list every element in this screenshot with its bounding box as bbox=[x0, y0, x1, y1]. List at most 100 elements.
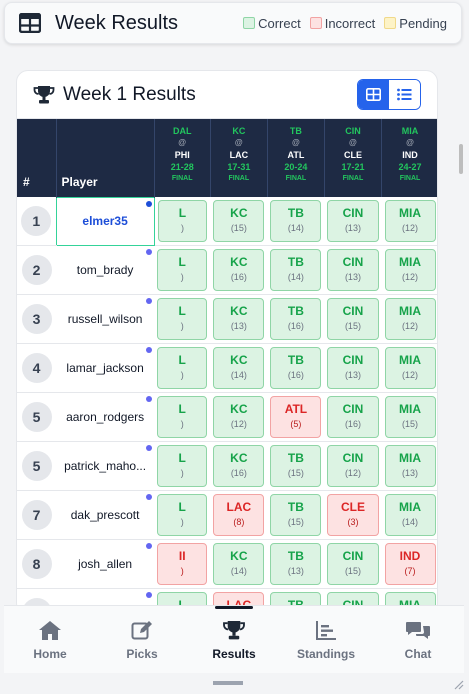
pick-correct[interactable]: L) bbox=[157, 396, 208, 438]
pick-correct[interactable]: MIA (12) bbox=[384, 249, 436, 291]
pick-correct[interactable]: TB (15) bbox=[270, 494, 322, 536]
pick-confidence: ) bbox=[180, 468, 184, 478]
pick-correct[interactable]: MIA (14) bbox=[384, 494, 436, 536]
rank-cell: 5 bbox=[17, 441, 57, 491]
pick-correct[interactable]: KC (16) bbox=[213, 445, 265, 487]
list-view-button[interactable] bbox=[389, 80, 420, 109]
pick-confidence: (12) bbox=[344, 468, 361, 478]
pick-correct[interactable]: MIA (12) bbox=[384, 298, 436, 340]
nav-chat[interactable]: Chat bbox=[372, 606, 464, 673]
pick-correct[interactable]: MIA (12) bbox=[384, 347, 436, 389]
table-row[interactable]: 5 patrick_maho... L) KC (16) TB (15) CIN (12) MIA… bbox=[17, 441, 437, 491]
pick-team: CIN bbox=[342, 451, 364, 465]
nav-home[interactable]: Home bbox=[4, 606, 96, 673]
player-cell[interactable]: lamar_jackson bbox=[56, 343, 155, 393]
pick-cell: L) bbox=[154, 245, 211, 295]
pick-correct[interactable]: CIN (15) bbox=[327, 543, 379, 585]
pick-correct[interactable]: CIN (12) bbox=[327, 445, 379, 487]
pick-team: MIA bbox=[399, 255, 421, 269]
rank-badge: 5 bbox=[21, 451, 52, 481]
game-header[interactable]: CIN @ CLE 17-21 FINAL bbox=[324, 119, 383, 197]
card-header: Week 1 Results bbox=[17, 71, 437, 119]
pick-correct[interactable]: L) bbox=[157, 298, 208, 340]
pick-cell: MIA (12) bbox=[381, 294, 437, 344]
pick-correct[interactable]: MIA (12) bbox=[384, 200, 436, 242]
table-row[interactable]: 5 aaron_rodgers L) KC (12) ATL (5) CIN (16) MIA (1… bbox=[17, 392, 437, 442]
grid-view-button[interactable] bbox=[358, 80, 389, 109]
pick-correct[interactable]: L) bbox=[157, 200, 208, 242]
pick-correct[interactable]: TB (16) bbox=[270, 347, 322, 389]
pick-correct[interactable]: TB (13) bbox=[270, 543, 322, 585]
pick-team: L bbox=[178, 451, 186, 465]
resize-grip-icon[interactable] bbox=[452, 678, 464, 690]
rank-badge: 5 bbox=[21, 402, 52, 432]
pick-confidence: ) bbox=[180, 223, 184, 233]
pick-correct[interactable]: KC (15) bbox=[213, 200, 265, 242]
player-cell[interactable]: aaron_rodgers bbox=[56, 392, 155, 442]
pick-correct[interactable]: CIN (16) bbox=[327, 396, 379, 438]
player-column-header: Player bbox=[56, 119, 155, 197]
pick-cell: IND (7) bbox=[381, 539, 437, 589]
table-row[interactable]: 4 lamar_jackson L) KC (14) TB (16) CIN (13) MIA (1… bbox=[17, 343, 437, 393]
pick-correct[interactable]: TB (16) bbox=[270, 298, 322, 340]
player-cell[interactable]: elmer35 bbox=[55, 196, 155, 246]
table-row[interactable]: 3 russell_wilson L) KC (13) TB (16) CIN (15) MIA (… bbox=[17, 294, 437, 344]
game-header[interactable]: MIA @ IND 24-27 FINAL bbox=[381, 119, 437, 197]
game-header[interactable]: TB @ ATL 20-24 FINAL bbox=[267, 119, 325, 197]
pick-incorrect[interactable]: IND (7) bbox=[384, 543, 436, 585]
pick-confidence: (13) bbox=[402, 468, 419, 478]
pick-correct[interactable]: MIA (13) bbox=[384, 445, 436, 487]
pick-cell: CIN (13) bbox=[324, 343, 382, 393]
table-row[interactable]: 8 josh_allen II) KC (14) TB (13) CIN (15) IND (7) bbox=[17, 539, 437, 589]
pick-correct[interactable]: KC (13) bbox=[213, 298, 265, 340]
pick-correct[interactable]: KC (16) bbox=[213, 249, 265, 291]
player-name: elmer35 bbox=[82, 214, 128, 229]
pick-correct[interactable]: L) bbox=[157, 249, 208, 291]
pick-correct[interactable]: TB (14) bbox=[270, 249, 322, 291]
pick-correct[interactable]: L) bbox=[157, 494, 208, 536]
pick-team: MIA bbox=[399, 206, 421, 220]
pick-correct[interactable]: TB (14) bbox=[270, 200, 322, 242]
pick-correct[interactable]: TB (15) bbox=[270, 445, 322, 487]
pick-correct[interactable]: KC (14) bbox=[213, 543, 265, 585]
pick-correct[interactable]: L) bbox=[157, 445, 208, 487]
pick-incorrect[interactable]: LAC (8) bbox=[213, 494, 265, 536]
pick-team: CIN bbox=[342, 304, 364, 318]
nav-results[interactable]: Results bbox=[188, 606, 280, 673]
pick-cell: L) bbox=[154, 441, 211, 491]
pick-incorrect[interactable]: II) bbox=[157, 543, 208, 585]
table-row[interactable]: 1 elmer35 L) KC (15) TB (14) CIN (13) MIA (12) bbox=[17, 196, 437, 246]
player-name: lamar_jackson bbox=[66, 361, 144, 375]
drag-handle[interactable] bbox=[213, 681, 243, 685]
pick-correct[interactable]: MIA (15) bbox=[384, 396, 436, 438]
pick-correct[interactable]: CIN (13) bbox=[327, 347, 379, 389]
player-cell[interactable]: dak_prescott bbox=[56, 490, 155, 540]
scrollbar[interactable] bbox=[459, 144, 463, 174]
pick-correct[interactable]: CIN (13) bbox=[327, 249, 379, 291]
pick-team: CIN bbox=[342, 255, 364, 269]
pick-confidence: (12) bbox=[402, 370, 419, 380]
player-cell[interactable]: russell_wilson bbox=[56, 294, 155, 344]
pick-correct[interactable]: KC (14) bbox=[213, 347, 265, 389]
pick-correct[interactable]: CIN (13) bbox=[327, 200, 379, 242]
table-row[interactable]: 2 tom_brady L) KC (16) TB (14) CIN (13) MIA (12) bbox=[17, 245, 437, 295]
nav-picks[interactable]: Picks bbox=[96, 606, 188, 673]
pick-correct[interactable]: KC (12) bbox=[213, 396, 265, 438]
pick-team: MIA bbox=[399, 451, 421, 465]
player-cell[interactable]: josh_allen bbox=[56, 539, 155, 589]
pick-team: CIN bbox=[342, 206, 364, 220]
game-header[interactable]: KC @ LAC 17-31 FINAL bbox=[210, 119, 268, 197]
pick-correct[interactable]: CIN (15) bbox=[327, 298, 379, 340]
results-table[interactable]: # Player DAL @ PHI 21-28 FINAL KC @ LAC 17-31 FI… bbox=[17, 119, 437, 614]
pick-team: II bbox=[178, 549, 186, 563]
pick-confidence: (15) bbox=[287, 517, 304, 527]
game-header[interactable]: DAL @ PHI 21-28 FINAL bbox=[154, 119, 211, 197]
pick-incorrect[interactable]: CLE (3) bbox=[327, 494, 379, 536]
player-cell[interactable]: tom_brady bbox=[56, 245, 155, 295]
pick-incorrect[interactable]: ATL (5) bbox=[270, 396, 322, 438]
page-title: Week Results bbox=[55, 11, 179, 34]
player-cell[interactable]: patrick_maho... bbox=[56, 441, 155, 491]
nav-standings[interactable]: Standings bbox=[280, 606, 372, 673]
table-row[interactable]: 7 dak_prescott L) LAC (8) TB (15) CLE (3) MIA (14) bbox=[17, 490, 437, 540]
pick-correct[interactable]: L) bbox=[157, 347, 208, 389]
